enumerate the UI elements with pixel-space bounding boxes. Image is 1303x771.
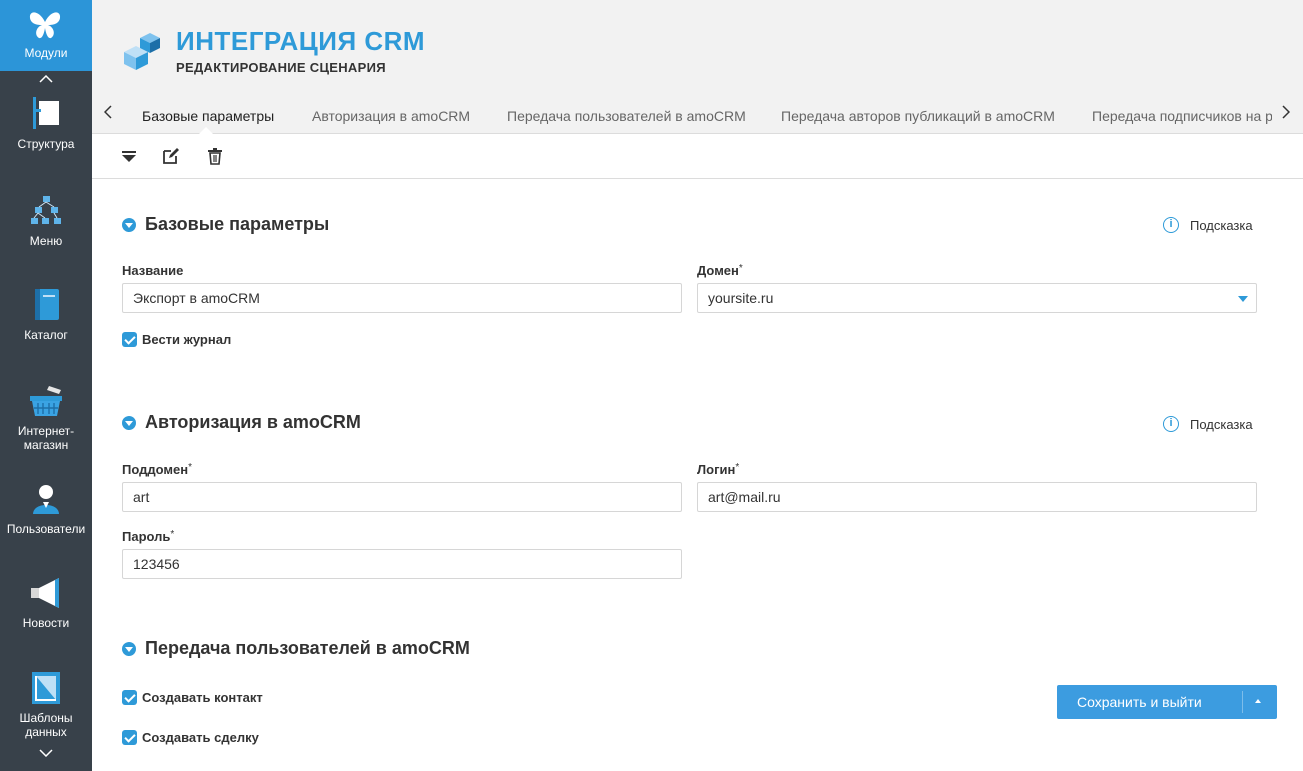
section-auth-title: Авторизация в amoCRM xyxy=(145,412,361,432)
subdomain-label: Поддомен* xyxy=(122,462,192,477)
page-title: ИНТЕГРАЦИЯ CRM xyxy=(176,26,426,56)
log-checkbox[interactable] xyxy=(122,332,137,347)
login-label: Логин* xyxy=(697,462,740,477)
structure-icon xyxy=(33,97,59,129)
sidebar-item-catalog[interactable]: Каталог xyxy=(0,288,92,342)
sidebar-item-news[interactable]: Новости xyxy=(0,576,92,630)
sidebar: Модули Структура Меню Каталог Интернет- … xyxy=(0,0,92,771)
tab-users[interactable]: Передача пользователей в amoCRM xyxy=(507,108,746,124)
sidebar-item-users[interactable]: Пользователи xyxy=(0,482,92,536)
page-header: ИНТЕГРАЦИЯ CRM РЕДАКТИРОВАНИЕ СЦЕНАРИЯ xyxy=(92,0,1303,96)
tab-basic[interactable]: Базовые параметры xyxy=(142,108,274,124)
crm-cubes-icon xyxy=(124,33,160,70)
sidebar-item-structure[interactable]: Структура xyxy=(0,97,92,151)
create-deal-checkbox[interactable] xyxy=(122,730,137,745)
save-button-label: Сохранить и выйти xyxy=(1077,694,1202,710)
sidebar-item-label: Новости xyxy=(22,616,70,630)
page-subtitle: РЕДАКТИРОВАНИЕ СЦЕНАРИЯ xyxy=(176,60,386,75)
sidebar-item-label: Модули xyxy=(24,46,68,60)
section-basic-toggle[interactable] xyxy=(122,218,136,232)
butterfly-icon xyxy=(29,12,61,39)
hint-link[interactable]: Подсказка xyxy=(1190,417,1253,432)
active-tab-pointer xyxy=(199,127,213,134)
catalog-book-icon xyxy=(35,289,59,320)
info-icon[interactable]: i xyxy=(1163,217,1179,233)
menu-tree-icon xyxy=(31,196,61,224)
password-input[interactable] xyxy=(122,549,682,579)
sidebar-item-templates[interactable]: Шаблоны данных xyxy=(0,671,92,739)
user-icon xyxy=(33,485,59,514)
log-label: Вести журнал xyxy=(142,332,232,347)
template-icon xyxy=(32,672,60,704)
sidebar-item-label: Интернет- магазин xyxy=(17,424,75,452)
save-options-caret-icon[interactable] xyxy=(1255,699,1261,703)
sidebar-item-modules[interactable]: Модули xyxy=(0,0,92,71)
dropdown-caret-icon xyxy=(1238,296,1248,302)
section-basic-title: Базовые параметры xyxy=(145,214,330,234)
tab-auth[interactable]: Авторизация в amoCRM xyxy=(312,108,470,124)
edit-icon[interactable] xyxy=(162,147,180,165)
chevron-up-icon xyxy=(39,74,53,83)
megaphone-icon xyxy=(31,578,59,608)
chevron-left-icon xyxy=(103,105,112,119)
sidebar-item-label: Меню xyxy=(29,234,63,248)
section-users-title: Передача пользователей в amoCRM xyxy=(145,638,470,658)
subdomain-input[interactable] xyxy=(122,482,682,512)
sidebar-scroll-up[interactable] xyxy=(0,72,92,86)
sidebar-scroll-down[interactable] xyxy=(0,746,92,760)
save-and-exit-button[interactable]: Сохранить и выйти xyxy=(1057,685,1277,719)
tabs-prev-button[interactable] xyxy=(103,105,112,124)
collapse-all-icon[interactable] xyxy=(120,147,138,165)
domain-select[interactable]: yoursite.ru xyxy=(697,283,1257,313)
domain-label: Домен* xyxy=(697,263,743,278)
sidebar-item-menu[interactable]: Меню xyxy=(0,194,92,248)
sidebar-item-label: Каталог xyxy=(24,328,68,342)
login-input[interactable] xyxy=(697,482,1257,512)
create-contact-label: Создавать контакт xyxy=(142,690,263,705)
name-label: Название xyxy=(122,263,184,278)
hint-link[interactable]: Подсказка xyxy=(1190,218,1253,233)
name-input[interactable] xyxy=(122,283,682,313)
section-auth-toggle[interactable] xyxy=(122,416,136,430)
chevron-down-icon xyxy=(39,749,53,758)
create-contact-checkbox[interactable] xyxy=(122,690,137,705)
domain-value: yoursite.ru xyxy=(708,290,774,306)
sidebar-item-shop[interactable]: Интернет- магазин xyxy=(0,384,92,452)
chevron-right-icon xyxy=(1282,105,1291,119)
delete-icon[interactable] xyxy=(206,147,224,165)
password-label: Пароль* xyxy=(122,529,175,544)
info-icon[interactable]: i xyxy=(1163,416,1179,432)
tab-authors[interactable]: Передача авторов публикаций в amoCRM xyxy=(781,108,1055,124)
sidebar-item-label: Шаблоны данных xyxy=(19,711,73,739)
sidebar-item-label: Пользователи xyxy=(6,522,86,536)
basket-icon xyxy=(30,386,62,416)
tab-subscribers[interactable]: Передача подписчиков на р xyxy=(1092,108,1272,124)
section-users-toggle[interactable] xyxy=(122,642,136,656)
create-deal-label: Создавать сделку xyxy=(142,730,259,745)
button-divider xyxy=(1242,691,1243,713)
tabs-next-button[interactable] xyxy=(1282,105,1291,124)
sidebar-item-label: Структура xyxy=(17,137,75,151)
tab-bar: Базовые параметры Авторизация в amoCRM П… xyxy=(92,96,1303,134)
toolbar xyxy=(92,134,1303,179)
